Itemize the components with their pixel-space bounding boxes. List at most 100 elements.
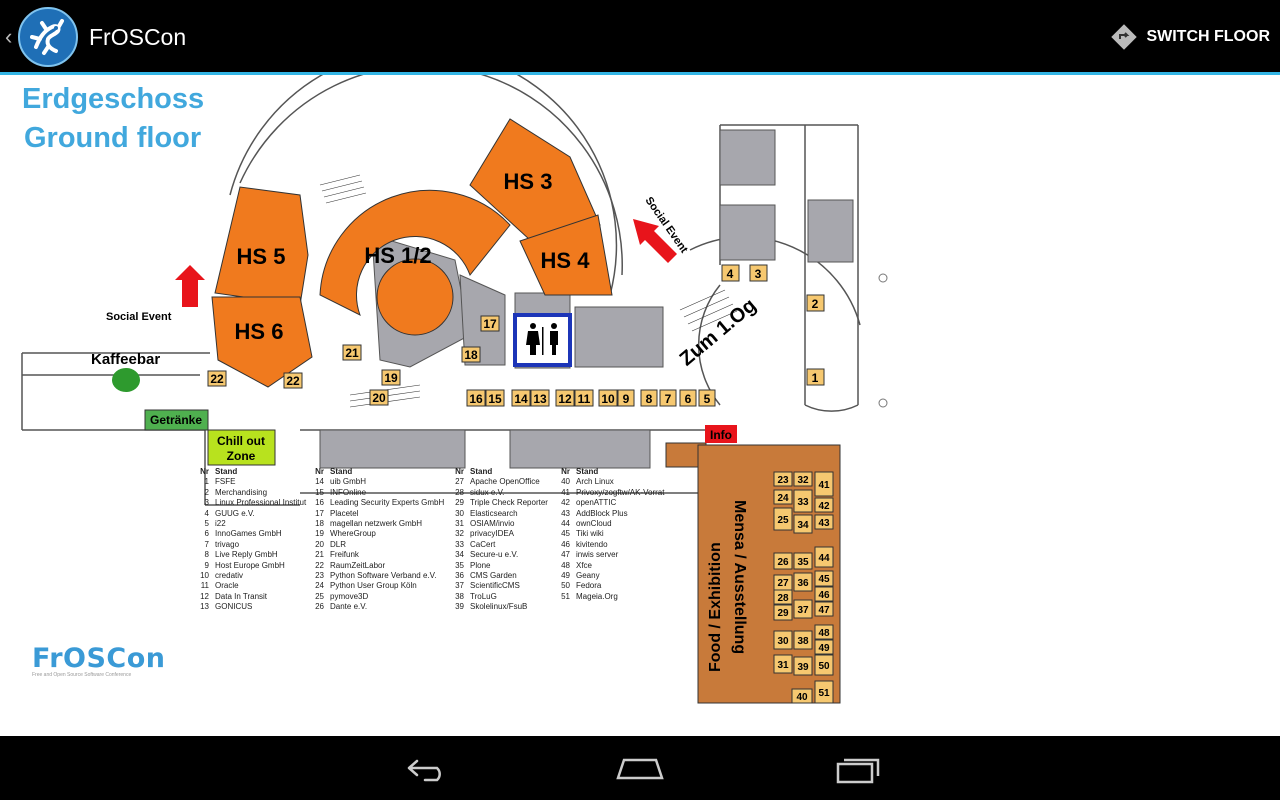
svg-text:16: 16 [469, 392, 483, 406]
legend-stand-name: AddBlock Plus [576, 508, 628, 518]
stand-18[interactable]: 18 [461, 346, 481, 363]
stand-30: 30 [773, 630, 793, 650]
stand-9[interactable]: 9 [617, 389, 635, 407]
stand-10[interactable]: 10 [598, 389, 618, 407]
svg-text:11: 11 [578, 392, 591, 406]
legend-stand-name: Elasticsearch [470, 508, 518, 518]
stairs-label: Zum 1.Og [676, 294, 761, 370]
legend-row: 48 Xfce [556, 561, 664, 571]
legend-header-nr: Nr [561, 467, 570, 476]
stand-20[interactable]: 20 [369, 389, 389, 406]
legend-row: 5 i22 [195, 519, 306, 529]
legend-stand-name: Skolelinux/FsuB [470, 602, 528, 612]
svg-text:23: 23 [777, 475, 789, 486]
stand-1[interactable]: 1 [806, 368, 825, 386]
svg-text:10: 10 [601, 392, 615, 406]
svg-text:51: 51 [818, 688, 830, 699]
legend-stand-name: Placetel [330, 508, 359, 518]
system-nav-bar [0, 736, 1280, 800]
stand-29: 29 [773, 604, 793, 621]
legend-stand-number: 13 [200, 602, 209, 612]
legend-stand-number: 14 [315, 477, 324, 487]
svg-text:31: 31 [777, 660, 789, 671]
svg-text:45: 45 [818, 574, 830, 585]
svg-text:36: 36 [797, 578, 809, 589]
legend-stand-name: Live Reply GmbH [215, 550, 278, 560]
legend-stand-name: pymove3D [330, 591, 369, 601]
legend-row: 10 credativ [195, 571, 306, 581]
legend-stand-number: 38 [455, 591, 464, 601]
legend-stand-number: 29 [455, 498, 464, 508]
stand-22a[interactable]: 22 [207, 370, 227, 387]
stand-22b[interactable]: 22 [283, 372, 303, 389]
stand-6[interactable]: 6 [679, 389, 697, 407]
up-caret-icon[interactable]: ‹ [5, 24, 12, 50]
stand-12[interactable]: 12 [555, 389, 575, 407]
recents-icon[interactable] [828, 750, 888, 786]
legend-row: 45 Tiki wiki [556, 529, 664, 539]
legend-row: 47 inwis server [556, 550, 664, 560]
svg-text:34: 34 [797, 520, 809, 531]
stand-2[interactable]: 2 [806, 294, 825, 312]
stand-17[interactable]: 17 [480, 315, 500, 332]
svg-text:22: 22 [286, 374, 300, 388]
legend-row: 4 GUUG e.V. [195, 509, 306, 519]
stand-14[interactable]: 14 [511, 389, 531, 407]
floor-plan[interactable]: Erdgeschoss Ground floor 22 22 21 19 20 … [0, 75, 1280, 736]
stands-legend-col-1: Nr Stand 1 FSFE 2 Merchandising 3 Linux Profess… [195, 467, 306, 613]
svg-text:29: 29 [777, 608, 789, 619]
hs-5-label: HS 5 [237, 244, 286, 269]
legend-row: 37 ScientificCMS [450, 581, 548, 591]
floor-plan-map: 22 22 21 19 20 18 17 16 15 14 13 12 11 1… [21, 75, 888, 704]
legend-stand-name: Secure-u e.V. [470, 550, 519, 560]
stand-35: 35 [793, 552, 813, 570]
legend-row: 43 AddBlock Plus [556, 509, 664, 519]
legend-stand-name: Python User Group Köln [330, 581, 417, 591]
legend-stand-number: 6 [204, 529, 209, 539]
froscon-logo: FrOSCon Free and Open Source Software Co… [32, 643, 166, 678]
stand-13[interactable]: 13 [530, 389, 550, 407]
legend-stand-number: 3 [204, 498, 209, 508]
stand-43: 43 [814, 514, 834, 530]
svg-text:15: 15 [488, 392, 502, 406]
legend-row: 9 Host Europe GmbH [195, 561, 306, 571]
svg-text:12: 12 [558, 392, 572, 406]
legend-stand-number: 49 [561, 571, 570, 581]
legend-stand-name: inwis server [576, 550, 619, 560]
legend-header-nr: Nr [200, 467, 209, 476]
legend-row: 21 Freifunk [310, 550, 444, 560]
switch-floor-button[interactable]: SWITCH FLOOR [1110, 20, 1270, 54]
stand-15[interactable]: 15 [485, 389, 505, 407]
getraenke-label: Getränke [150, 413, 202, 427]
stand-7[interactable]: 7 [659, 389, 677, 407]
back-icon[interactable] [395, 750, 455, 786]
legend-stand-name: Xfce [576, 560, 593, 570]
home-icon[interactable] [610, 750, 670, 786]
legend-stand-number: 36 [455, 571, 464, 581]
stand-8[interactable]: 8 [640, 389, 658, 407]
stand-36: 36 [793, 572, 813, 592]
legend-row: 32 privacyIDEA [450, 529, 548, 539]
stand-3[interactable]: 3 [749, 264, 768, 282]
stand-19[interactable]: 19 [381, 369, 401, 386]
info-label: Info [710, 428, 732, 442]
stand-5[interactable]: 5 [698, 389, 716, 407]
legend-row: 7 trivago [195, 540, 306, 550]
stand-48: 48 [814, 624, 834, 640]
svg-text:39: 39 [797, 662, 809, 673]
stand-4[interactable]: 4 [721, 264, 740, 282]
legend-row: 30 Elasticsearch [450, 509, 548, 519]
app-logo-icon[interactable] [18, 7, 78, 67]
stand-49: 49 [814, 639, 834, 655]
legend-header: Nr Stand [450, 467, 548, 477]
legend-stand-number: 26 [315, 602, 324, 612]
stand-45: 45 [814, 570, 834, 587]
stand-21[interactable]: 21 [342, 344, 362, 361]
stand-11[interactable]: 11 [574, 389, 594, 407]
svg-text:1: 1 [812, 371, 819, 385]
svg-text:19: 19 [384, 371, 398, 385]
svg-text:6: 6 [685, 392, 692, 406]
svg-text:41: 41 [818, 480, 830, 491]
legend-stand-number: 35 [455, 560, 464, 570]
stand-16[interactable]: 16 [466, 389, 486, 407]
